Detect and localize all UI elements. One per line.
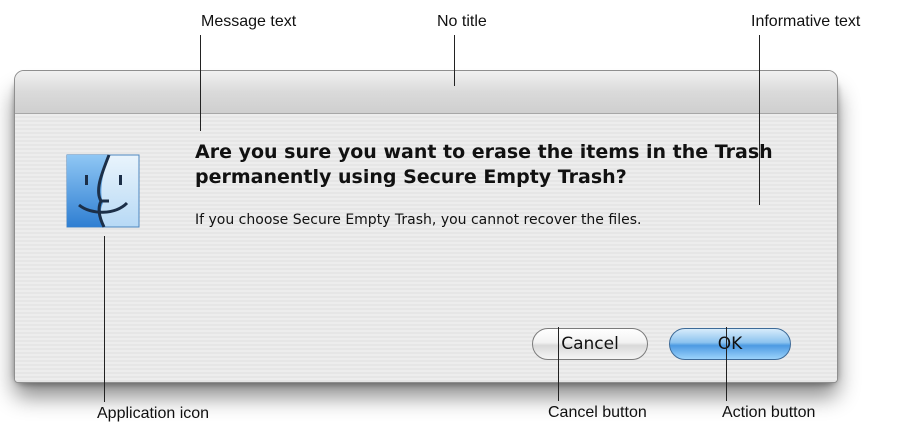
message-text: Are you sure you want to erase the items… (195, 141, 773, 188)
leader-informative-text (759, 35, 760, 205)
callout-cancel-button: Cancel button (548, 404, 647, 421)
leader-message-text (200, 35, 201, 131)
ok-button-label: OK (717, 334, 743, 354)
alert-dialog: Are you sure you want to erase the items… (14, 70, 838, 383)
informative-text: If you choose Secure Empty Trash, you ca… (195, 212, 642, 228)
leader-no-title (454, 35, 455, 86)
cancel-button-label: Cancel (561, 334, 619, 354)
callout-message-text: Message text (201, 13, 297, 30)
callout-no-title: No title (437, 13, 487, 30)
leader-action-button (726, 327, 727, 401)
leader-cancel-button (558, 327, 559, 401)
cancel-button[interactable]: Cancel (532, 328, 648, 360)
ok-button[interactable]: OK (669, 328, 791, 360)
dialog-body: Are you sure you want to erase the items… (15, 114, 837, 382)
title-bar[interactable] (15, 71, 837, 114)
callout-action-button: Action button (722, 404, 816, 421)
finder-icon (63, 151, 143, 231)
leader-application-icon (104, 236, 105, 402)
callout-application-icon: Application icon (97, 405, 210, 422)
callout-informative-text: Informative text (751, 13, 861, 30)
